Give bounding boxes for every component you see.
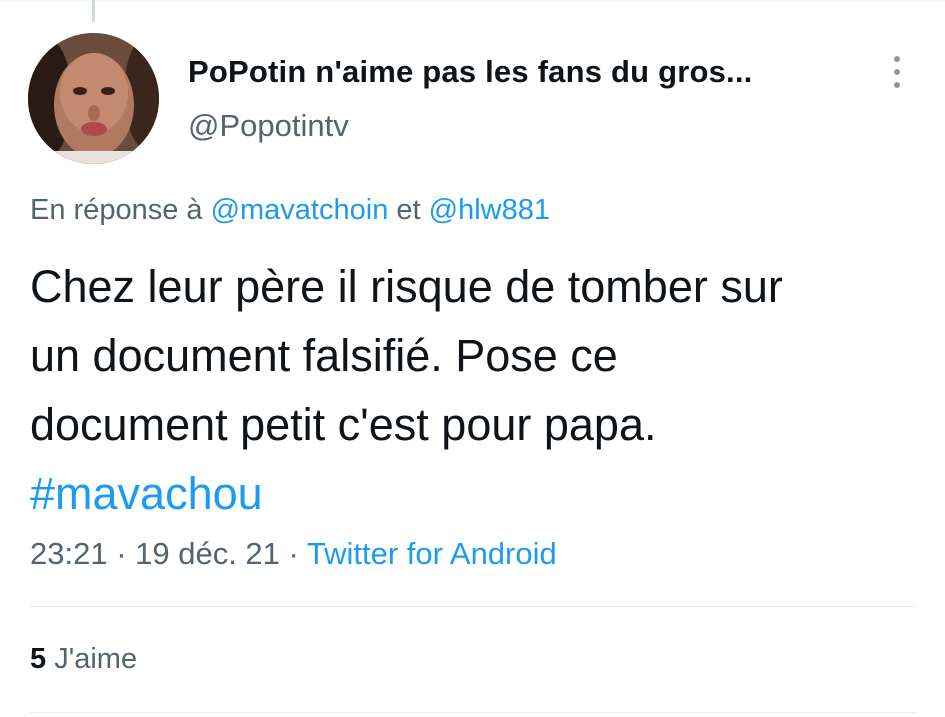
author-display-name[interactable]: PoPotin n'aime pas les fans du gros...	[188, 54, 752, 90]
hashtag-link[interactable]: #mavachou	[30, 459, 930, 528]
reply-prefix: En réponse à	[30, 194, 211, 226]
thread-connector-line	[92, 0, 95, 22]
tweet-source-link[interactable]: Twitter for Android	[307, 536, 557, 571]
mention-link-mavatchoin[interactable]: @mavatchoin	[211, 194, 389, 226]
likes-count-link[interactable]: 5 J'aime	[30, 643, 137, 676]
reply-context: En réponse à @mavatchoin et @hlw881	[30, 194, 550, 227]
divider	[30, 712, 916, 713]
tweet-text-line: Chez leur père il risque de tomber sur	[30, 261, 783, 312]
more-vertical-icon[interactable]	[882, 52, 912, 92]
tweet-metadata: 23:21 · 19 déc. 21 · Twitter for Android	[30, 536, 557, 572]
dot	[894, 82, 900, 88]
likes-count: 5	[30, 643, 47, 675]
reply-joiner: et	[388, 194, 429, 226]
top-border	[0, 0, 945, 1]
tweet-text-line: un document falsifié. Pose ce	[30, 330, 618, 381]
avatar[interactable]	[28, 33, 159, 164]
divider	[30, 606, 916, 607]
avatar-image	[28, 33, 159, 164]
tweet-timestamp[interactable]: 23:21 · 19 déc. 21 ·	[30, 536, 307, 571]
mention-link-hlw881[interactable]: @hlw881	[429, 194, 550, 226]
likes-label: J'aime	[46, 643, 138, 675]
dot	[894, 69, 900, 75]
tweet-body: Chez leur père il risque de tomber sur u…	[30, 252, 930, 528]
dot	[894, 56, 900, 62]
tweet-text-line: document petit c'est pour papa.	[30, 399, 657, 450]
author-handle[interactable]: @Popotintv	[188, 108, 349, 144]
